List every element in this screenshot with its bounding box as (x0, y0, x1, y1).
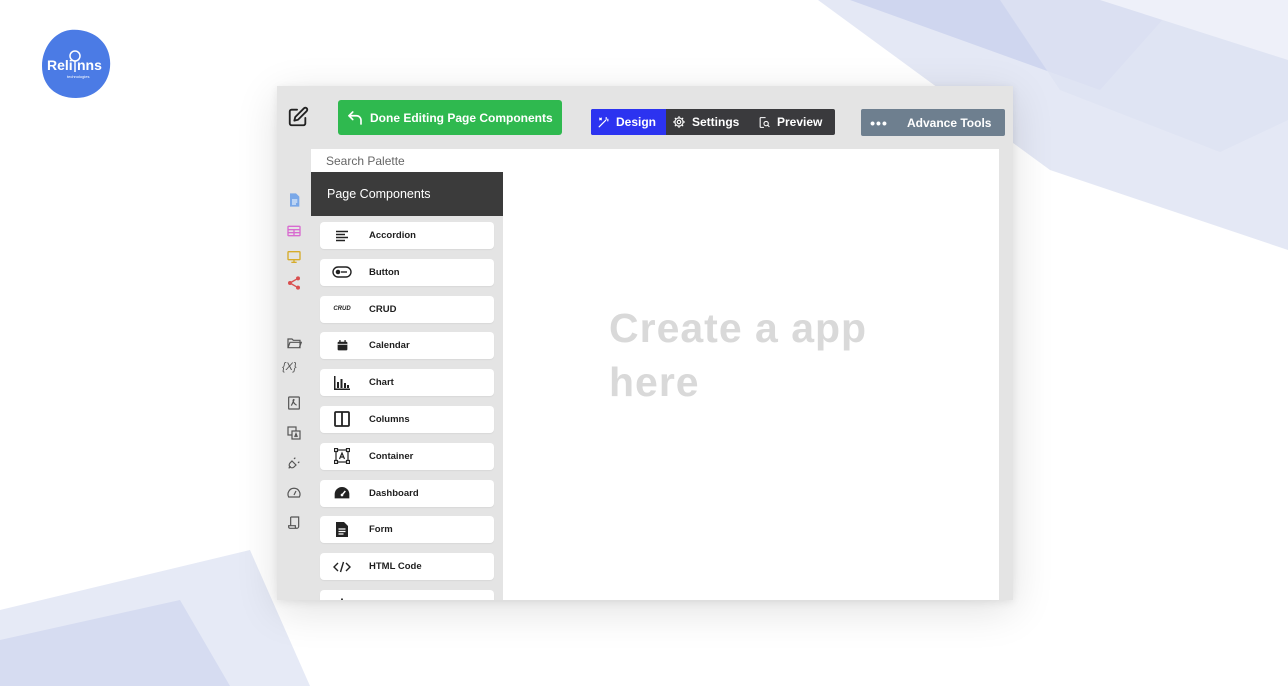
component-partial[interactable] (320, 589, 494, 600)
page-components-title: Page Components (327, 187, 431, 201)
component-calendar[interactable]: Calendar (320, 332, 494, 360)
component-label: Chart (369, 377, 394, 389)
left-icon-rail: {X} (277, 149, 311, 600)
table-icon[interactable] (286, 223, 302, 239)
crud-icon: CRUD (333, 306, 351, 313)
tab-preview-label: Preview (777, 115, 823, 129)
advance-tools-button[interactable]: ••• Advance Tools (861, 109, 1005, 136)
tab-design[interactable]: Design (591, 109, 666, 135)
magic-wand-icon (598, 116, 609, 127)
container-icon (334, 448, 350, 465)
component-label: HTML Code (369, 561, 422, 573)
done-editing-label: Done Editing Page Components (370, 110, 553, 125)
component-label: Form (369, 524, 393, 536)
calendar-icon (337, 340, 347, 351)
variable-icon[interactable]: {X} (282, 361, 306, 377)
component-html-code[interactable]: HTML Code (320, 553, 494, 581)
translate-icon[interactable] (286, 425, 302, 441)
page-components-header[interactable]: Page Components (311, 172, 503, 216)
component-label: Calendar (369, 340, 410, 352)
folder-icon[interactable] (286, 335, 302, 351)
chart-icon (334, 375, 350, 390)
component-crud[interactable]: CRUD CRUD (320, 295, 494, 323)
gauge-icon[interactable] (286, 485, 302, 501)
component-columns[interactable]: Columns (320, 405, 494, 433)
svg-text:technologies: technologies (67, 74, 89, 79)
mode-tabs: Design Settings Preview (591, 109, 835, 135)
component-container[interactable]: Container (320, 442, 494, 470)
form-icon (336, 522, 348, 538)
component-accordion[interactable]: Accordion (320, 222, 494, 249)
component-label: Button (369, 266, 400, 278)
app-window: Done Editing Page Components Design Sett… (277, 86, 1013, 600)
component-list: Accordion Button CRUD CRUD Calendar Char… (320, 222, 494, 600)
pdf-icon[interactable] (286, 395, 302, 411)
accordion-icon (336, 230, 348, 241)
component-label: Dashboard (369, 487, 419, 499)
component-label: Columns (369, 413, 410, 425)
component-form[interactable]: Form (320, 516, 494, 544)
button-icon (332, 266, 352, 278)
svg-text:Reli: Reli (47, 57, 73, 73)
component-button[interactable]: Button (320, 258, 494, 286)
share-icon[interactable] (286, 275, 302, 291)
tab-preview[interactable]: Preview (752, 109, 835, 135)
monitor-icon[interactable] (286, 249, 302, 265)
component-label: Container (369, 450, 414, 462)
preview-icon (759, 116, 770, 128)
gear-icon (673, 116, 685, 128)
svg-text:nns: nns (77, 57, 102, 73)
undo-arrow-icon (348, 110, 362, 125)
done-editing-button[interactable]: Done Editing Page Components (338, 100, 562, 135)
more-dots-icon: ••• (870, 114, 888, 131)
advance-tools-label: Advance Tools (907, 115, 992, 130)
component-label: Accordion (369, 230, 416, 241)
brand-logo: Reli nns technologies (42, 29, 111, 98)
document-icon[interactable] (286, 192, 302, 208)
canvas-placeholder: Create a app here (609, 305, 868, 405)
tab-settings-label: Settings (692, 115, 740, 129)
tab-settings[interactable]: Settings (666, 109, 752, 135)
search-palette-input[interactable] (311, 149, 503, 172)
code-icon (333, 561, 351, 572)
component-label: CRUD (369, 303, 397, 315)
component-palette: Page Components Accordion Button CRUD CR… (311, 149, 503, 600)
edit-icon[interactable] (287, 106, 309, 128)
component-chart[interactable]: Chart (320, 369, 494, 397)
design-canvas[interactable]: Create a app here (503, 149, 999, 600)
component-dashboard[interactable]: Dashboard (320, 479, 494, 507)
plug-icon[interactable] (286, 455, 302, 471)
columns-icon (334, 411, 350, 428)
tab-design-label: Design (616, 115, 657, 129)
text-icon (341, 598, 343, 600)
scroll-icon[interactable] (286, 515, 302, 531)
dashboard-icon (334, 487, 350, 499)
